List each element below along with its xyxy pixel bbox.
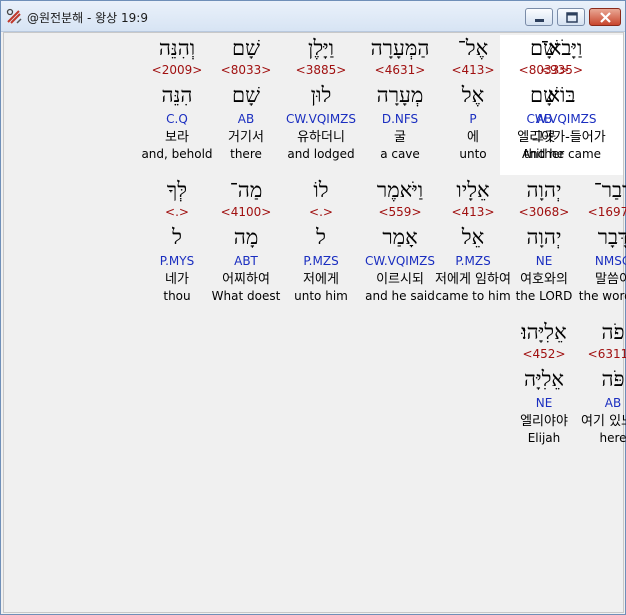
minimize-button[interactable] — [525, 8, 553, 26]
morphology-code: NE — [535, 396, 553, 410]
app-window: @원전분해 - 왕상 19:9 וַיָּבֹא־ <935> בּוֹא CW.VQ… — [0, 0, 626, 615]
close-icon — [600, 12, 611, 23]
lemma-word: הִנֵּה — [161, 83, 193, 107]
close-button[interactable] — [589, 8, 621, 26]
hebrew-word: לְּךָ — [166, 178, 188, 202]
interlinear-view: וַיָּבֹא־ <935> בּוֹא CW.VQIMZS 엘리야가-들어가 And … — [3, 32, 626, 613]
korean-gloss: 네가 — [165, 272, 189, 287]
morphology-code: C.Q — [166, 112, 188, 126]
maximize-icon — [566, 12, 578, 23]
hebrew-word: וְהִנֵּה — [158, 36, 196, 60]
english-gloss: Elijah — [527, 431, 561, 445]
lemma-word: ל — [172, 225, 182, 249]
minimize-icon — [535, 19, 544, 22]
strong-number: <.> — [165, 205, 189, 219]
title-bar[interactable]: @원전분해 - 왕상 19:9 — [1, 1, 625, 32]
strong-number: <2009> — [151, 63, 203, 77]
korean-gloss: 엘리야야 — [520, 414, 568, 429]
strong-number: <452> — [522, 347, 566, 361]
morphology-code: P.MYS — [159, 254, 195, 268]
korean-gloss: 보라 — [165, 130, 189, 145]
hebrew-word: אֵלִיָּהוּ׃ — [521, 320, 567, 344]
app-icon[interactable] — [5, 8, 23, 26]
lemma-word: אֵלִיָּה — [523, 367, 564, 391]
word-cell[interactable]: וְהִנֵּה <2009> הִנֵּה C.Q 보라 and, behold — [119, 35, 235, 162]
window-title: @원전분해 - 왕상 19:9 — [27, 11, 148, 25]
maximize-button[interactable] — [557, 8, 585, 26]
word-cell[interactable]: אֵלִיָּהוּ׃ <452> אֵלִיָּה NE 엘리야야 Elijah — [486, 319, 602, 446]
english-gloss: and, behold — [141, 147, 213, 161]
english-gloss: thou — [163, 289, 191, 303]
word-cell[interactable]: לְּךָ <.> ל P.MYS 네가 thou — [119, 177, 235, 304]
